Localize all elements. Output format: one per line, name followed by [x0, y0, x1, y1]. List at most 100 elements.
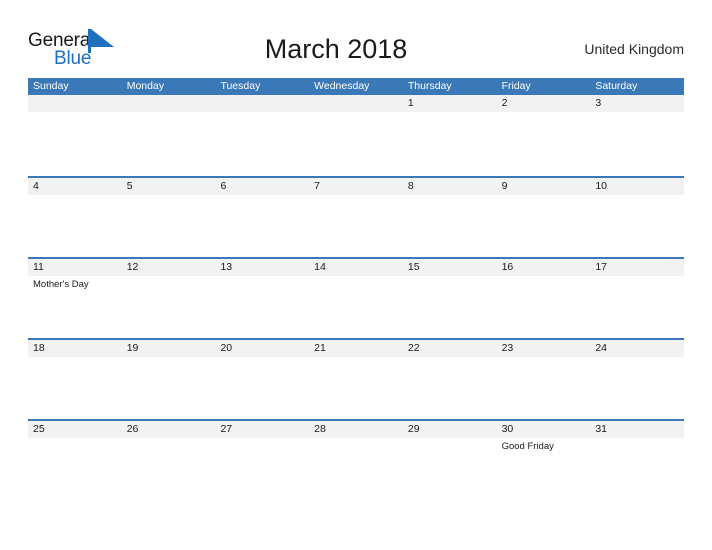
calendar-page: General Blue March 2018 United Kingdom S…: [0, 0, 712, 550]
day-events: [502, 357, 591, 360]
day-cell[interactable]: 16: [497, 259, 591, 338]
day-number: 10: [595, 180, 607, 192]
day-events: [595, 438, 684, 441]
day-cell[interactable]: 26: [122, 421, 216, 500]
day-events: [595, 195, 684, 198]
day-cell[interactable]: 24: [590, 340, 684, 419]
day-cell[interactable]: 1: [403, 95, 497, 176]
day-number: [33, 95, 122, 112]
week-cells: 25 26 27 28 29 30 Good Friday 31: [28, 421, 684, 500]
week-cells: 11 Mother's Day 12 13 14 15 16 17: [28, 259, 684, 338]
holiday-label: Mother's Day: [33, 279, 89, 290]
holiday-label: Good Friday: [501, 441, 554, 452]
day-cell[interactable]: 29: [403, 421, 497, 500]
day-cell[interactable]: 14: [309, 259, 403, 338]
day-events: [33, 195, 122, 198]
day-cell[interactable]: 30 Good Friday: [497, 421, 591, 500]
day-cell[interactable]: 27: [215, 421, 309, 500]
day-cell[interactable]: 7: [309, 178, 403, 257]
day-number: 27: [220, 423, 233, 435]
day-number: 22: [407, 342, 420, 354]
day-events: [408, 357, 497, 360]
day-events: [220, 438, 309, 441]
day-number: 26: [126, 423, 139, 435]
day-number: 15: [407, 261, 420, 273]
day-number: [127, 95, 216, 112]
day-number: 7: [314, 180, 320, 192]
day-cell[interactable]: 6: [215, 178, 309, 257]
weekday-header-row: Sunday Monday Tuesday Wednesday Thursday Frid…: [28, 78, 684, 95]
day-number: 8: [407, 180, 414, 192]
day-cell[interactable]: 4: [28, 178, 122, 257]
day-number: 6: [220, 180, 227, 192]
day-events: [408, 276, 497, 279]
day-events: [127, 112, 216, 115]
day-events: [314, 112, 403, 115]
weekday-header-tuesday: Tuesday: [220, 80, 261, 92]
week-cells: 18 19 20 21 22 23 24: [28, 340, 684, 419]
weekday-header-sunday: Sunday: [33, 80, 69, 92]
day-number: 11: [33, 261, 44, 273]
day-cell[interactable]: 3: [590, 95, 684, 176]
day-cell-empty: [215, 95, 309, 176]
day-cell-empty: [122, 95, 216, 176]
day-cell-empty: [309, 95, 403, 176]
day-number: 5: [126, 180, 133, 192]
day-cell[interactable]: 23: [497, 340, 591, 419]
day-cell[interactable]: 15: [403, 259, 497, 338]
day-cell[interactable]: 13: [215, 259, 309, 338]
day-events: [408, 112, 497, 115]
day-events: [220, 276, 309, 279]
day-events: [314, 438, 403, 441]
day-cell[interactable]: 11 Mother's Day: [28, 259, 122, 338]
page-header: General Blue March 2018 United Kingdom: [28, 26, 684, 72]
weekday-header-saturday: Saturday: [595, 80, 638, 92]
day-events: Mother's Day: [33, 276, 122, 291]
day-number: 4: [33, 180, 39, 192]
day-events: [127, 276, 216, 279]
day-cell[interactable]: 9: [497, 178, 591, 257]
day-number: 24: [595, 342, 607, 354]
day-cell[interactable]: 31: [590, 421, 684, 500]
week-cells: 4 5 6 7 8 9 10: [28, 178, 684, 257]
day-number: 19: [126, 342, 139, 354]
page-title: March 2018: [264, 33, 408, 64]
day-number: 9: [501, 180, 508, 192]
day-number: 20: [220, 342, 233, 354]
week-cells: 1 2 3: [28, 95, 684, 176]
day-cell[interactable]: 17: [590, 259, 684, 338]
day-events: [595, 112, 684, 115]
day-events: Good Friday: [502, 438, 591, 453]
weekday-header-wednesday: Wednesday: [314, 80, 370, 92]
day-events: [220, 195, 309, 198]
day-cell[interactable]: 5: [122, 178, 216, 257]
day-cell[interactable]: 8: [403, 178, 497, 257]
day-cell[interactable]: 28: [309, 421, 403, 500]
day-number: [220, 95, 309, 112]
day-cell[interactable]: 21: [309, 340, 403, 419]
day-cell[interactable]: 22: [403, 340, 497, 419]
country-label: United Kingdom: [584, 41, 684, 57]
week-row: 18 19 20 21 22 23 24: [28, 338, 684, 419]
day-events: [314, 195, 403, 198]
day-number: 12: [126, 261, 139, 273]
weekday-header-friday: Friday: [501, 80, 531, 92]
day-cell[interactable]: 20: [215, 340, 309, 419]
logo-text-blue: Blue: [54, 48, 92, 69]
day-events: [502, 195, 591, 198]
day-events: [33, 112, 122, 115]
day-cell[interactable]: 19: [122, 340, 216, 419]
day-number: 29: [407, 423, 420, 435]
day-number: 17: [595, 261, 607, 273]
day-cell[interactable]: 18: [28, 340, 122, 419]
day-cell[interactable]: 2: [497, 95, 591, 176]
day-cell[interactable]: 12: [122, 259, 216, 338]
weekday-header-thursday: Thursday: [407, 80, 452, 92]
day-cell[interactable]: 10: [590, 178, 684, 257]
day-events: [220, 112, 309, 115]
day-events: [127, 195, 216, 198]
day-cell[interactable]: 25: [28, 421, 122, 500]
day-events: [33, 357, 122, 360]
day-events: [408, 438, 497, 441]
general-blue-logo[interactable]: General Blue: [28, 27, 138, 71]
